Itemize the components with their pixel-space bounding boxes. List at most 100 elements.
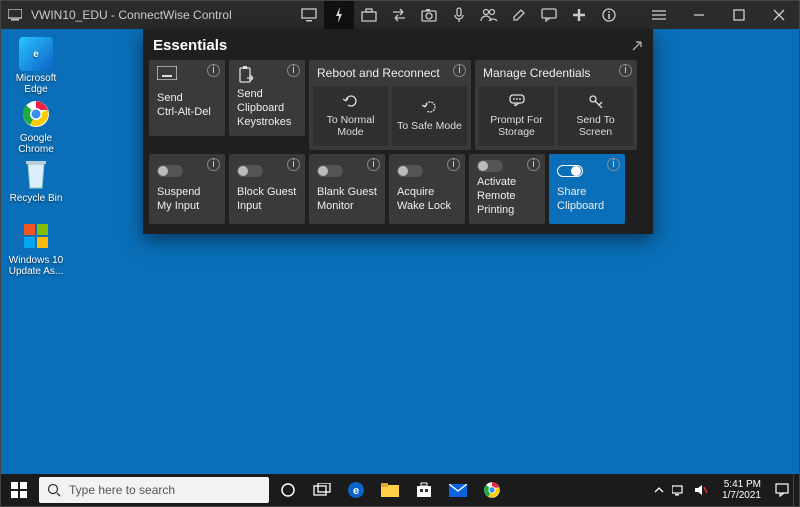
desktop-icon-chrome[interactable]: Google Chrome: [3, 97, 69, 155]
tile-label: Blank Guest Monitor: [317, 186, 377, 214]
search-placeholder: Type here to search: [69, 483, 175, 497]
taskbar-apps: e: [271, 474, 509, 506]
reboot-icon: [343, 94, 359, 110]
group-header: Manage Credentials: [483, 66, 590, 80]
titlebar: VWIN10_EDU - ConnectWise Control: [1, 1, 799, 29]
popout-icon[interactable]: [631, 40, 643, 52]
toggle-switch[interactable]: [157, 165, 183, 177]
toolbar-transfer-icon[interactable]: [384, 1, 414, 29]
essentials-panel: Essentials i Send Ctrl-Alt-Del i Send Cl…: [143, 29, 653, 234]
key-icon: [588, 94, 604, 110]
tile-reboot-normal[interactable]: To Normal Mode: [313, 86, 388, 146]
tray-chevron-up-icon[interactable]: [654, 486, 664, 494]
info-icon[interactable]: i: [607, 158, 620, 171]
taskbar-edge-icon[interactable]: e: [339, 474, 373, 506]
info-icon[interactable]: i: [207, 64, 220, 77]
toggle-switch[interactable]: [397, 165, 423, 177]
tray-volume-icon[interactable]: [694, 484, 708, 496]
tile-block-guest-input[interactable]: i Block Guest Input: [229, 154, 305, 224]
toolbar-screen-icon[interactable]: [294, 1, 324, 29]
tray-network-icon[interactable]: [672, 484, 686, 496]
toolbar-camera-icon[interactable]: [414, 1, 444, 29]
info-icon[interactable]: i: [287, 158, 300, 171]
maximize-button[interactable]: [719, 1, 759, 29]
tile-label: To Safe Mode: [397, 120, 462, 132]
toggle-switch[interactable]: [237, 165, 263, 177]
taskbar-chrome-icon[interactable]: [475, 474, 509, 506]
info-icon[interactable]: i: [287, 64, 300, 77]
task-view-icon[interactable]: [305, 474, 339, 506]
minimize-button[interactable]: [679, 1, 719, 29]
taskbar-store-icon[interactable]: [407, 474, 441, 506]
search-box[interactable]: Type here to search: [39, 477, 269, 503]
toolbar-edit-icon[interactable]: [504, 1, 534, 29]
tile-send-clipboard-keystrokes[interactable]: i Send Clipboard Keystrokes: [229, 60, 305, 136]
panel-title: Essentials: [153, 37, 631, 54]
info-icon[interactable]: i: [207, 158, 220, 171]
start-button[interactable]: [1, 474, 37, 506]
tile-label: Suspend My Input: [157, 186, 217, 214]
group-manage-credentials: Manage Credentials i Prompt For Storage S…: [475, 60, 637, 150]
taskbar-mail-icon[interactable]: [441, 474, 475, 506]
desktop-icon-label: Windows 10 Update As...: [3, 255, 69, 277]
info-icon[interactable]: i: [453, 64, 466, 77]
desktop-icon-recycle-bin[interactable]: Recycle Bin: [3, 157, 69, 204]
toolbar-users-icon[interactable]: [474, 1, 504, 29]
desktop-icon-windows-update[interactable]: Windows 10 Update As...: [3, 219, 69, 277]
tile-label: To Normal Mode: [317, 114, 384, 138]
app-icon: [1, 9, 29, 21]
remote-desktop: e Microsoft Edge Google Chrome Recycle B…: [1, 29, 799, 474]
system-tray: 5:41 PM 1/7/2021: [654, 479, 793, 501]
tile-label: Send Clipboard Keystrokes: [237, 88, 297, 129]
group-reboot-reconnect: Reboot and Reconnecti To Normal Mode To …: [309, 60, 471, 150]
toggle-switch[interactable]: [477, 160, 503, 172]
reboot-safe-icon: [422, 100, 438, 116]
tile-activate-remote-printing[interactable]: i Activate Remote Printing: [469, 154, 545, 224]
tile-suspend-my-input[interactable]: i Suspend My Input: [149, 154, 225, 224]
tile-reboot-safe[interactable]: To Safe Mode: [392, 86, 467, 146]
tray-notifications-icon[interactable]: [775, 483, 789, 497]
window-title: VWIN10_EDU - ConnectWise Control: [29, 8, 232, 22]
info-icon[interactable]: i: [367, 158, 380, 171]
window-controls: [639, 1, 799, 29]
show-desktop-button[interactable]: [793, 474, 799, 506]
toolbar-chat-icon[interactable]: [534, 1, 564, 29]
tile-blank-guest-monitor[interactable]: i Blank Guest Monitor: [309, 154, 385, 224]
svg-text:e: e: [353, 485, 359, 497]
tile-label: Block Guest Input: [237, 186, 297, 214]
close-button[interactable]: [759, 1, 799, 29]
tile-label: Send To Screen: [562, 114, 629, 138]
desktop-icon-label: Recycle Bin: [10, 193, 63, 204]
toggle-switch[interactable]: [557, 165, 583, 177]
taskbar-clock[interactable]: 5:41 PM 1/7/2021: [716, 479, 767, 501]
taskbar: Type here to search e 5:41 PM 1/7/2021: [1, 474, 799, 506]
tile-label: Share Clipboard: [557, 186, 617, 214]
info-icon[interactable]: i: [527, 158, 540, 171]
cortana-icon[interactable]: [271, 474, 305, 506]
toolbar-plus-icon[interactable]: [564, 1, 594, 29]
toolbar-essentials-icon[interactable]: [324, 1, 354, 29]
menu-icon[interactable]: [639, 1, 679, 29]
tile-label: Prompt For Storage: [483, 114, 550, 138]
tile-share-clipboard[interactable]: i Share Clipboard: [549, 154, 625, 224]
tile-label: Activate Remote Printing: [477, 176, 537, 217]
info-icon[interactable]: i: [619, 64, 632, 77]
clock-time: 5:41 PM: [724, 479, 761, 490]
search-icon: [39, 483, 69, 497]
prompt-icon: [509, 94, 525, 110]
taskbar-explorer-icon[interactable]: [373, 474, 407, 506]
toolbar-toolbox-icon[interactable]: [354, 1, 384, 29]
toolbar: [294, 1, 624, 29]
desktop-icon-edge[interactable]: e Microsoft Edge: [3, 37, 69, 95]
tile-prompt-storage[interactable]: Prompt For Storage: [479, 86, 554, 146]
desktop-icon-label: Microsoft Edge: [3, 73, 69, 95]
info-icon[interactable]: i: [447, 158, 460, 171]
toggle-switch[interactable]: [317, 165, 343, 177]
tile-label: Send Ctrl-Alt-Del: [157, 92, 217, 120]
desktop-icon-label: Google Chrome: [3, 133, 69, 155]
tile-acquire-wake-lock[interactable]: i Acquire Wake Lock: [389, 154, 465, 224]
toolbar-info-icon[interactable]: [594, 1, 624, 29]
tile-send-ctrl-alt-del[interactable]: i Send Ctrl-Alt-Del: [149, 60, 225, 136]
toolbar-mic-icon[interactable]: [444, 1, 474, 29]
tile-send-to-screen[interactable]: Send To Screen: [558, 86, 633, 146]
